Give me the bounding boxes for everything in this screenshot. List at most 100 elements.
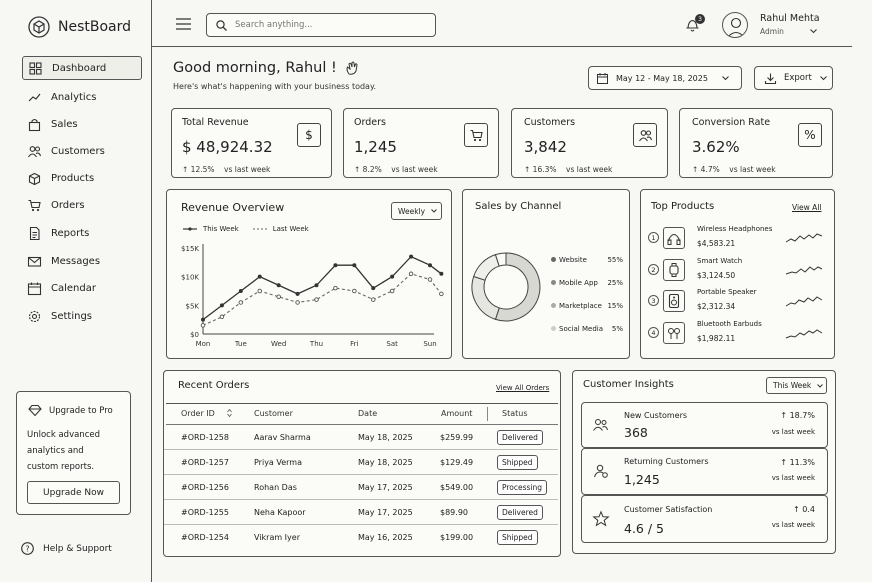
data-point [352, 288, 357, 294]
chevron-down-icon [810, 29, 817, 34]
brand[interactable]: NestBoard [28, 16, 131, 38]
upgrade-button[interactable]: Upgrade Now [27, 481, 120, 504]
order-date: May 18, 2025 [358, 458, 413, 467]
sidebar-item-customers[interactable]: Customers [22, 139, 142, 163]
order-amount: $259.99 [440, 433, 474, 442]
avatar[interactable] [722, 12, 748, 38]
product-row[interactable]: 1 Wireless Headphones $4,583.21 [641, 224, 836, 254]
product-rank: 1 [648, 232, 659, 243]
view-all-products-link[interactable]: View All [792, 203, 821, 212]
export-label: Export [784, 73, 812, 83]
y-tick-label: $15K [181, 245, 199, 253]
insight-item[interactable]: Customer Satisfaction 4.6 / 5 ↑ 0.4 vs l… [581, 495, 828, 543]
table-row[interactable]: #ORD-1255 Neha Kapoor May 17, 2025 $89.9… [164, 500, 558, 525]
sidebar-item-calendar[interactable]: Calendar [22, 276, 142, 300]
insight-delta: ↑ 0.4 [793, 505, 815, 514]
calendar-icon [597, 72, 608, 84]
insight-value: 368 [624, 425, 648, 440]
sidebar-item-sales[interactable]: Sales [22, 112, 142, 136]
data-point [352, 263, 357, 268]
order-date: May 18, 2025 [358, 433, 413, 442]
kpi-card-orders: Orders 1,245 ↑ 8.2% vs last week [343, 108, 499, 178]
user-menu[interactable]: Rahul Mehta Admin [760, 13, 820, 36]
channel-legend-item: Website 55% [551, 248, 623, 271]
help-icon: ? [21, 542, 34, 555]
page-subtitle: Here's what's happening with your busine… [173, 82, 377, 91]
chevron-down-icon [722, 75, 729, 81]
kpi-card-revenue: Total Revenue $ 48,924.32 ↑ 12.5% vs las… [171, 108, 332, 178]
status-badge: Shipped [497, 530, 538, 545]
channel-label: Website [559, 255, 587, 264]
sidebar-item-reports[interactable]: Reports [22, 221, 142, 245]
sidebar-item-orders[interactable]: Orders [22, 193, 142, 217]
view-all-orders-link[interactable]: View All Orders [496, 384, 549, 392]
insights-period-label: This Week [773, 381, 812, 390]
x-tick-label: Thu [309, 340, 323, 348]
speaker-icon [663, 290, 685, 312]
revenue-overview-card: Revenue Overview Weekly This Week Last W… [166, 189, 452, 359]
channel-legend-item: Social Media 5% [551, 317, 623, 340]
users-icon [593, 418, 608, 431]
product-row[interactable]: 4 Bluetooth Earbuds $1,982.11 [641, 319, 836, 349]
recent-orders-title: Recent Orders [178, 380, 250, 391]
order-customer: Rohan Das [254, 483, 297, 492]
status-badge: Shipped [497, 455, 538, 470]
y-tick-label: $0 [190, 331, 199, 339]
sidebar-item-settings[interactable]: Settings [22, 304, 142, 328]
data-point [427, 277, 433, 282]
cart-icon [28, 199, 41, 212]
calendar-icon [27, 282, 42, 295]
legend-swatch [551, 280, 556, 285]
upgrade-text-line: analytics and [27, 446, 84, 456]
kpi-compare: vs last week [224, 165, 271, 174]
bag-icon [28, 118, 41, 131]
recent-orders-card: Recent Orders View All Orders Order ID C… [163, 370, 561, 557]
insight-value: 1,245 [624, 472, 660, 487]
users-icon [633, 123, 657, 147]
data-point [257, 274, 262, 279]
notification-count-badge: 3 [695, 14, 705, 24]
table-row[interactable]: #ORD-1257 Priya Verma May 18, 2025 $129.… [164, 450, 558, 475]
insight-item[interactable]: New Customers 368 ↑ 18.7% vs last week [581, 402, 828, 448]
kpi-delta: ↑ 12.5% vs last week [182, 165, 321, 174]
insight-item[interactable]: Returning Customers 1,245 ↑ 11.3% vs las… [581, 448, 828, 495]
legend-swatch [551, 257, 556, 262]
upgrade-text-line: custom reports. [27, 462, 95, 472]
x-tick-label: Fri [350, 340, 358, 348]
insight-delta: ↑ 11.3% [780, 458, 815, 467]
sidebar-item-products[interactable]: Products [22, 166, 142, 190]
insights-title: Customer Insights [583, 379, 674, 390]
order-customer: Vikram Iyer [254, 533, 300, 542]
gear-icon [28, 310, 41, 323]
sidebar-item-messages[interactable]: Messages [22, 249, 142, 273]
export-button[interactable]: Export [754, 66, 833, 90]
col-amount: Amount [441, 409, 473, 418]
product-row[interactable]: 2 Smart Watch $3,124.50 [641, 256, 836, 286]
insight-label: Returning Customers [624, 457, 709, 466]
help-support-link[interactable]: ? Help & Support [21, 542, 112, 555]
y-tick-label: $5K [186, 302, 200, 310]
kpi-card-customers: Customers 3,842 ↑ 16.3% vs last week [511, 108, 668, 178]
search-input[interactable] [235, 20, 415, 30]
sidebar-item-analytics[interactable]: Analytics [22, 85, 142, 109]
kpi-compare: vs last week [391, 165, 438, 174]
data-point [201, 317, 205, 322]
upgrade-text-line: Unlock advanced [27, 430, 100, 440]
sort-icon[interactable] [227, 408, 232, 418]
order-id: #ORD-1257 [181, 458, 229, 467]
sidebar-item-dashboard[interactable]: Dashboard [22, 56, 142, 80]
wave-icon [345, 61, 359, 75]
menu-icon[interactable] [176, 16, 191, 31]
search-box[interactable] [206, 13, 436, 37]
data-point [409, 254, 414, 259]
percent-icon: % [798, 123, 822, 147]
table-row[interactable]: #ORD-1258 Aarav Sharma May 18, 2025 $259… [164, 425, 558, 450]
table-row[interactable]: #ORD-1256 Rohan Das May 17, 2025 $549.00… [164, 475, 558, 500]
notifications-button[interactable]: 3 [686, 14, 706, 34]
table-row[interactable]: #ORD-1254 Vikram Iyer May 16, 2025 $199.… [164, 525, 558, 550]
diamond-icon [28, 404, 42, 417]
col-date: Date [358, 409, 378, 418]
date-range-picker[interactable]: May 12 - May 18, 2025 [588, 66, 742, 90]
product-row[interactable]: 3 Portable Speaker $2,312.34 [641, 287, 836, 317]
insights-period-select[interactable]: This Week [766, 377, 827, 394]
